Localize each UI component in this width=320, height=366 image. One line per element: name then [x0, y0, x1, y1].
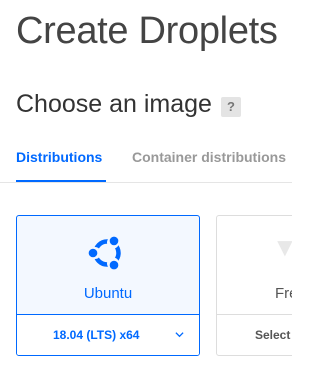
- chevron-down-icon: [175, 332, 184, 338]
- help-icon[interactable]: ?: [220, 96, 241, 117]
- choose-image-heading: Choose an image ?: [16, 90, 241, 119]
- image-card-freebsd[interactable]: ▼ Fre Select: [216, 215, 292, 356]
- version-select-label-freebsd: Select: [255, 328, 291, 342]
- version-select-ubuntu[interactable]: 18.04 (LTS) x64: [17, 314, 199, 355]
- image-tabs: Distributions Container distributions: [0, 138, 292, 184]
- tabs-divider: [0, 182, 292, 183]
- tab-container-distributions[interactable]: Container distributions: [132, 149, 286, 165]
- tab-distributions[interactable]: Distributions: [16, 149, 102, 165]
- version-select-label: 18.04 (LTS) x64: [53, 328, 140, 342]
- card-name-freebsd: Fre: [275, 285, 292, 302]
- version-select-freebsd[interactable]: Select: [217, 314, 292, 355]
- card-name-ubuntu: Ubuntu: [83, 285, 133, 302]
- image-card-ubuntu[interactable]: Ubuntu 18.04 (LTS) x64: [16, 215, 200, 356]
- page-title: Create Droplets: [16, 10, 278, 52]
- freebsd-icon: ▼: [272, 232, 292, 263]
- section-title: Choose an image: [16, 90, 212, 118]
- ubuntu-icon: [88, 236, 121, 270]
- create-droplet-page: Create Droplets Choose an image ? Distri…: [0, 0, 292, 366]
